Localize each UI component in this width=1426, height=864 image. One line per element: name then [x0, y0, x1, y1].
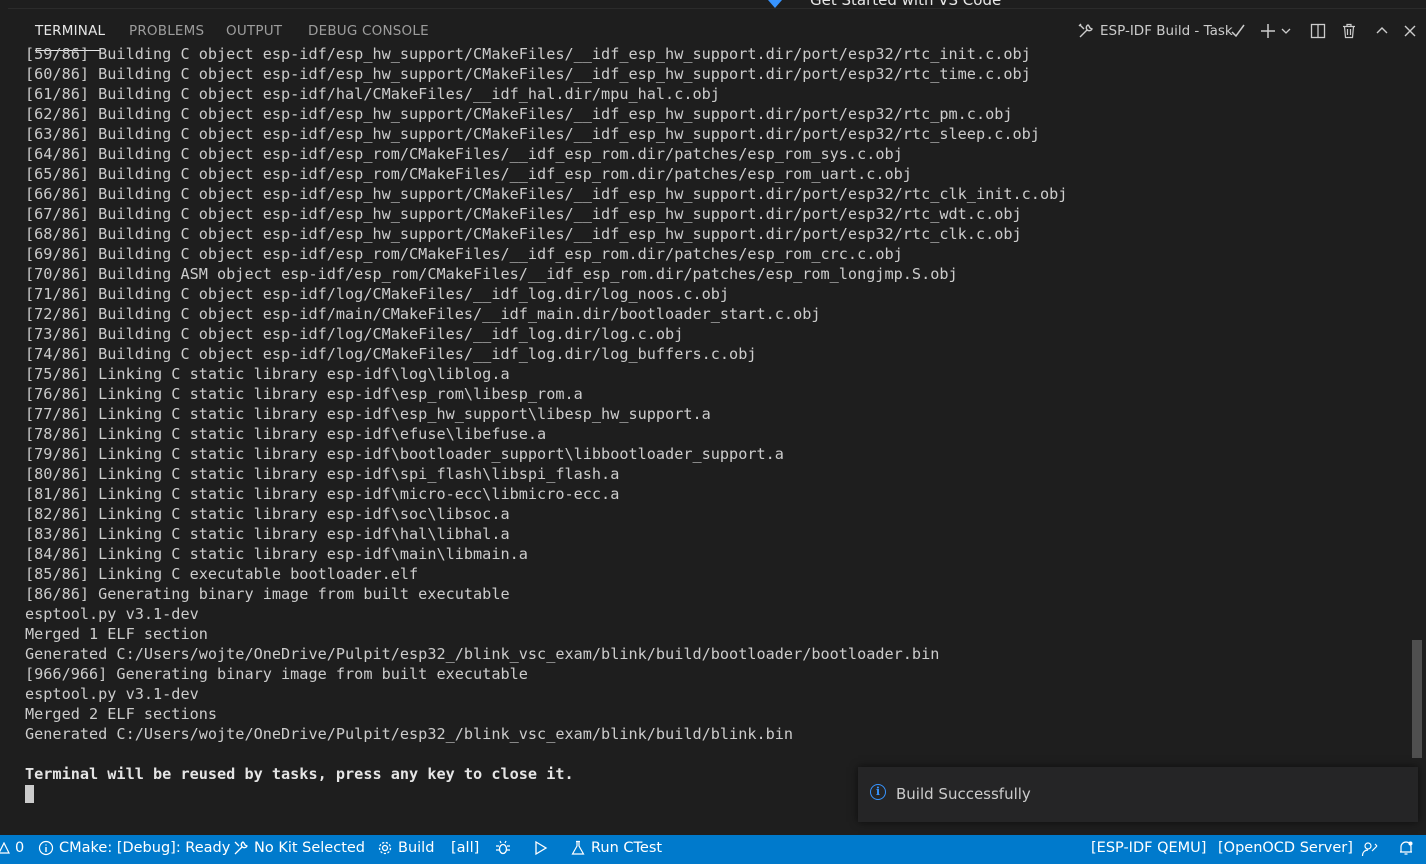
feedback-icon[interactable]	[1361, 840, 1379, 858]
terminal-line: Merged 1 ELF section	[25, 625, 208, 643]
terminal-line: esptool.py v3.1-dev	[25, 685, 199, 703]
target-label: [all]	[451, 840, 480, 856]
terminal-line: [62/86] Building C object esp-idf/esp_hw…	[25, 105, 1013, 123]
openocd-label: [OpenOCD Server]	[1218, 840, 1353, 856]
run-button[interactable]	[534, 840, 548, 856]
kit-label: No Kit Selected	[254, 840, 366, 856]
terminal-line: [84/86] Linking C static library esp-idf…	[25, 545, 528, 563]
flask-icon	[571, 840, 585, 855]
trash-icon[interactable]	[1339, 21, 1359, 41]
warnings-indicator[interactable]: 0	[0, 840, 24, 856]
tab-output[interactable]: OUTPUT	[226, 23, 282, 39]
terminal-line: [79/86] Linking C static library esp-idf…	[25, 445, 784, 463]
terminal-line: [70/86] Building ASM object esp-idf/esp_…	[25, 265, 958, 283]
close-icon[interactable]	[1400, 21, 1420, 41]
terminal-line: [66/86] Building C object esp-idf/esp_hw…	[25, 185, 1068, 203]
chevron-down-icon[interactable]	[1279, 21, 1293, 41]
terminal-line: Generated C:/Users/wojte/OneDrive/Pulpit…	[25, 725, 794, 743]
tools-icon	[234, 841, 248, 855]
cmake-status-label: CMake: [Debug]: Ready	[59, 840, 231, 856]
tab-marker	[768, 0, 782, 8]
terminal-line: [64/86] Building C object esp-idf/esp_ro…	[25, 145, 903, 163]
gear-icon	[378, 841, 392, 855]
info-icon: i	[870, 784, 886, 800]
warning-icon	[0, 842, 10, 854]
editor-area: Get Started with VS Code	[0, 0, 1426, 8]
chevron-up-icon[interactable]	[1372, 21, 1392, 41]
terminal-line: [82/86] Linking C static library esp-idf…	[25, 505, 510, 523]
terminal-line: [75/86] Linking C static library esp-idf…	[25, 365, 510, 383]
notifications-bell-icon[interactable]	[1398, 840, 1414, 856]
play-icon	[535, 840, 548, 856]
warnings-count: 0	[15, 840, 25, 856]
terminal-line: [80/86] Linking C static library esp-idf…	[25, 465, 620, 483]
terminal-line: [966/966] Generating binary image from b…	[25, 665, 528, 683]
editor-tab-peek[interactable]: Get Started with VS Code	[768, 0, 1426, 8]
terminal-line: [73/86] Building C object esp-idf/log/CM…	[25, 325, 684, 343]
esp-idf-qemu-button[interactable]: [ESP-IDF QEMU]	[1091, 840, 1206, 856]
terminal-line: [85/86] Linking C executable bootloader.…	[25, 565, 419, 583]
terminal-line: esptool.py v3.1-dev	[25, 605, 199, 623]
tab-terminal[interactable]: TERMINAL	[35, 23, 105, 39]
terminal-output[interactable]: [59/86] Building C object esp-idf/esp_hw…	[25, 44, 1405, 814]
cmake-status[interactable]: CMake: [Debug]: Ready	[38, 840, 230, 856]
terminal-line: [68/86] Building C object esp-idf/esp_hw…	[25, 225, 1022, 243]
openocd-server-button[interactable]: [OpenOCD Server]	[1218, 840, 1353, 856]
terminal-line: [60/86] Building C object esp-idf/esp_hw…	[25, 65, 1031, 83]
notification-message: Build Successfully	[896, 785, 1031, 803]
terminal-line: Generated C:/Users/wojte/OneDrive/Pulpit…	[25, 645, 940, 663]
info-circle-icon	[38, 840, 54, 856]
tab-problems[interactable]: PROBLEMS	[129, 23, 204, 39]
terminal-scrollbar[interactable]	[1412, 640, 1422, 758]
build-button[interactable]: Build	[377, 840, 434, 856]
terminal-line: [76/86] Linking C static library esp-idf…	[25, 385, 583, 403]
kit-selector[interactable]: No Kit Selected	[233, 840, 365, 856]
run-ctest-button[interactable]: Run CTest	[570, 840, 662, 856]
bug-icon	[496, 840, 510, 855]
terminal-line: [83/86] Linking C static library esp-idf…	[25, 525, 510, 543]
terminal-line: [63/86] Building C object esp-idf/esp_hw…	[25, 125, 1040, 143]
split-terminal-icon[interactable]	[1308, 21, 1328, 41]
plus-icon[interactable]	[1258, 21, 1278, 41]
terminal-cursor	[25, 785, 34, 803]
debug-button[interactable]	[495, 840, 511, 856]
notification-toast[interactable]: i Build Successfully	[858, 767, 1418, 822]
build-label: Build	[398, 840, 435, 856]
terminal-line: Merged 2 ELF sections	[25, 705, 218, 723]
run-ctest-label: Run CTest	[591, 840, 663, 856]
terminal-line: [74/86] Building C object esp-idf/log/CM…	[25, 345, 757, 363]
tab-debug-console[interactable]: DEBUG CONSOLE	[308, 23, 429, 39]
task-selector[interactable]: ESP-IDF Build - Task	[1100, 23, 1233, 39]
terminal-line: [65/86] Building C object esp-idf/esp_ro…	[25, 165, 912, 183]
terminal-line: [77/86] Linking C static library esp-idf…	[25, 405, 711, 423]
terminal-line: [81/86] Linking C static library esp-idf…	[25, 485, 620, 503]
editor-tab-title: Get Started with VS Code	[810, 0, 1001, 8]
target-selector[interactable]: [all]	[451, 840, 479, 856]
terminal-line: [78/86] Linking C static library esp-idf…	[25, 425, 547, 443]
terminal-line: [71/86] Building C object esp-idf/log/CM…	[25, 285, 730, 303]
terminal-line: [67/86] Building C object esp-idf/esp_hw…	[25, 205, 1022, 223]
terminal-line: [61/86] Building C object esp-idf/hal/CM…	[25, 85, 720, 103]
qemu-label: [ESP-IDF QEMU]	[1091, 840, 1207, 856]
terminal-line: [72/86] Building C object esp-idf/main/C…	[25, 305, 821, 323]
terminal-line: [69/86] Building C object esp-idf/esp_ro…	[25, 245, 903, 263]
terminal-line: [59/86] Building C object esp-idf/esp_hw…	[25, 45, 1031, 63]
terminal-line: [86/86] Generating binary image from bui…	[25, 585, 510, 603]
check-icon	[1228, 21, 1248, 41]
tools-icon[interactable]	[1076, 21, 1096, 41]
status-bar: 0 CMake: [Debug]: Ready No Kit Selected …	[0, 835, 1426, 864]
